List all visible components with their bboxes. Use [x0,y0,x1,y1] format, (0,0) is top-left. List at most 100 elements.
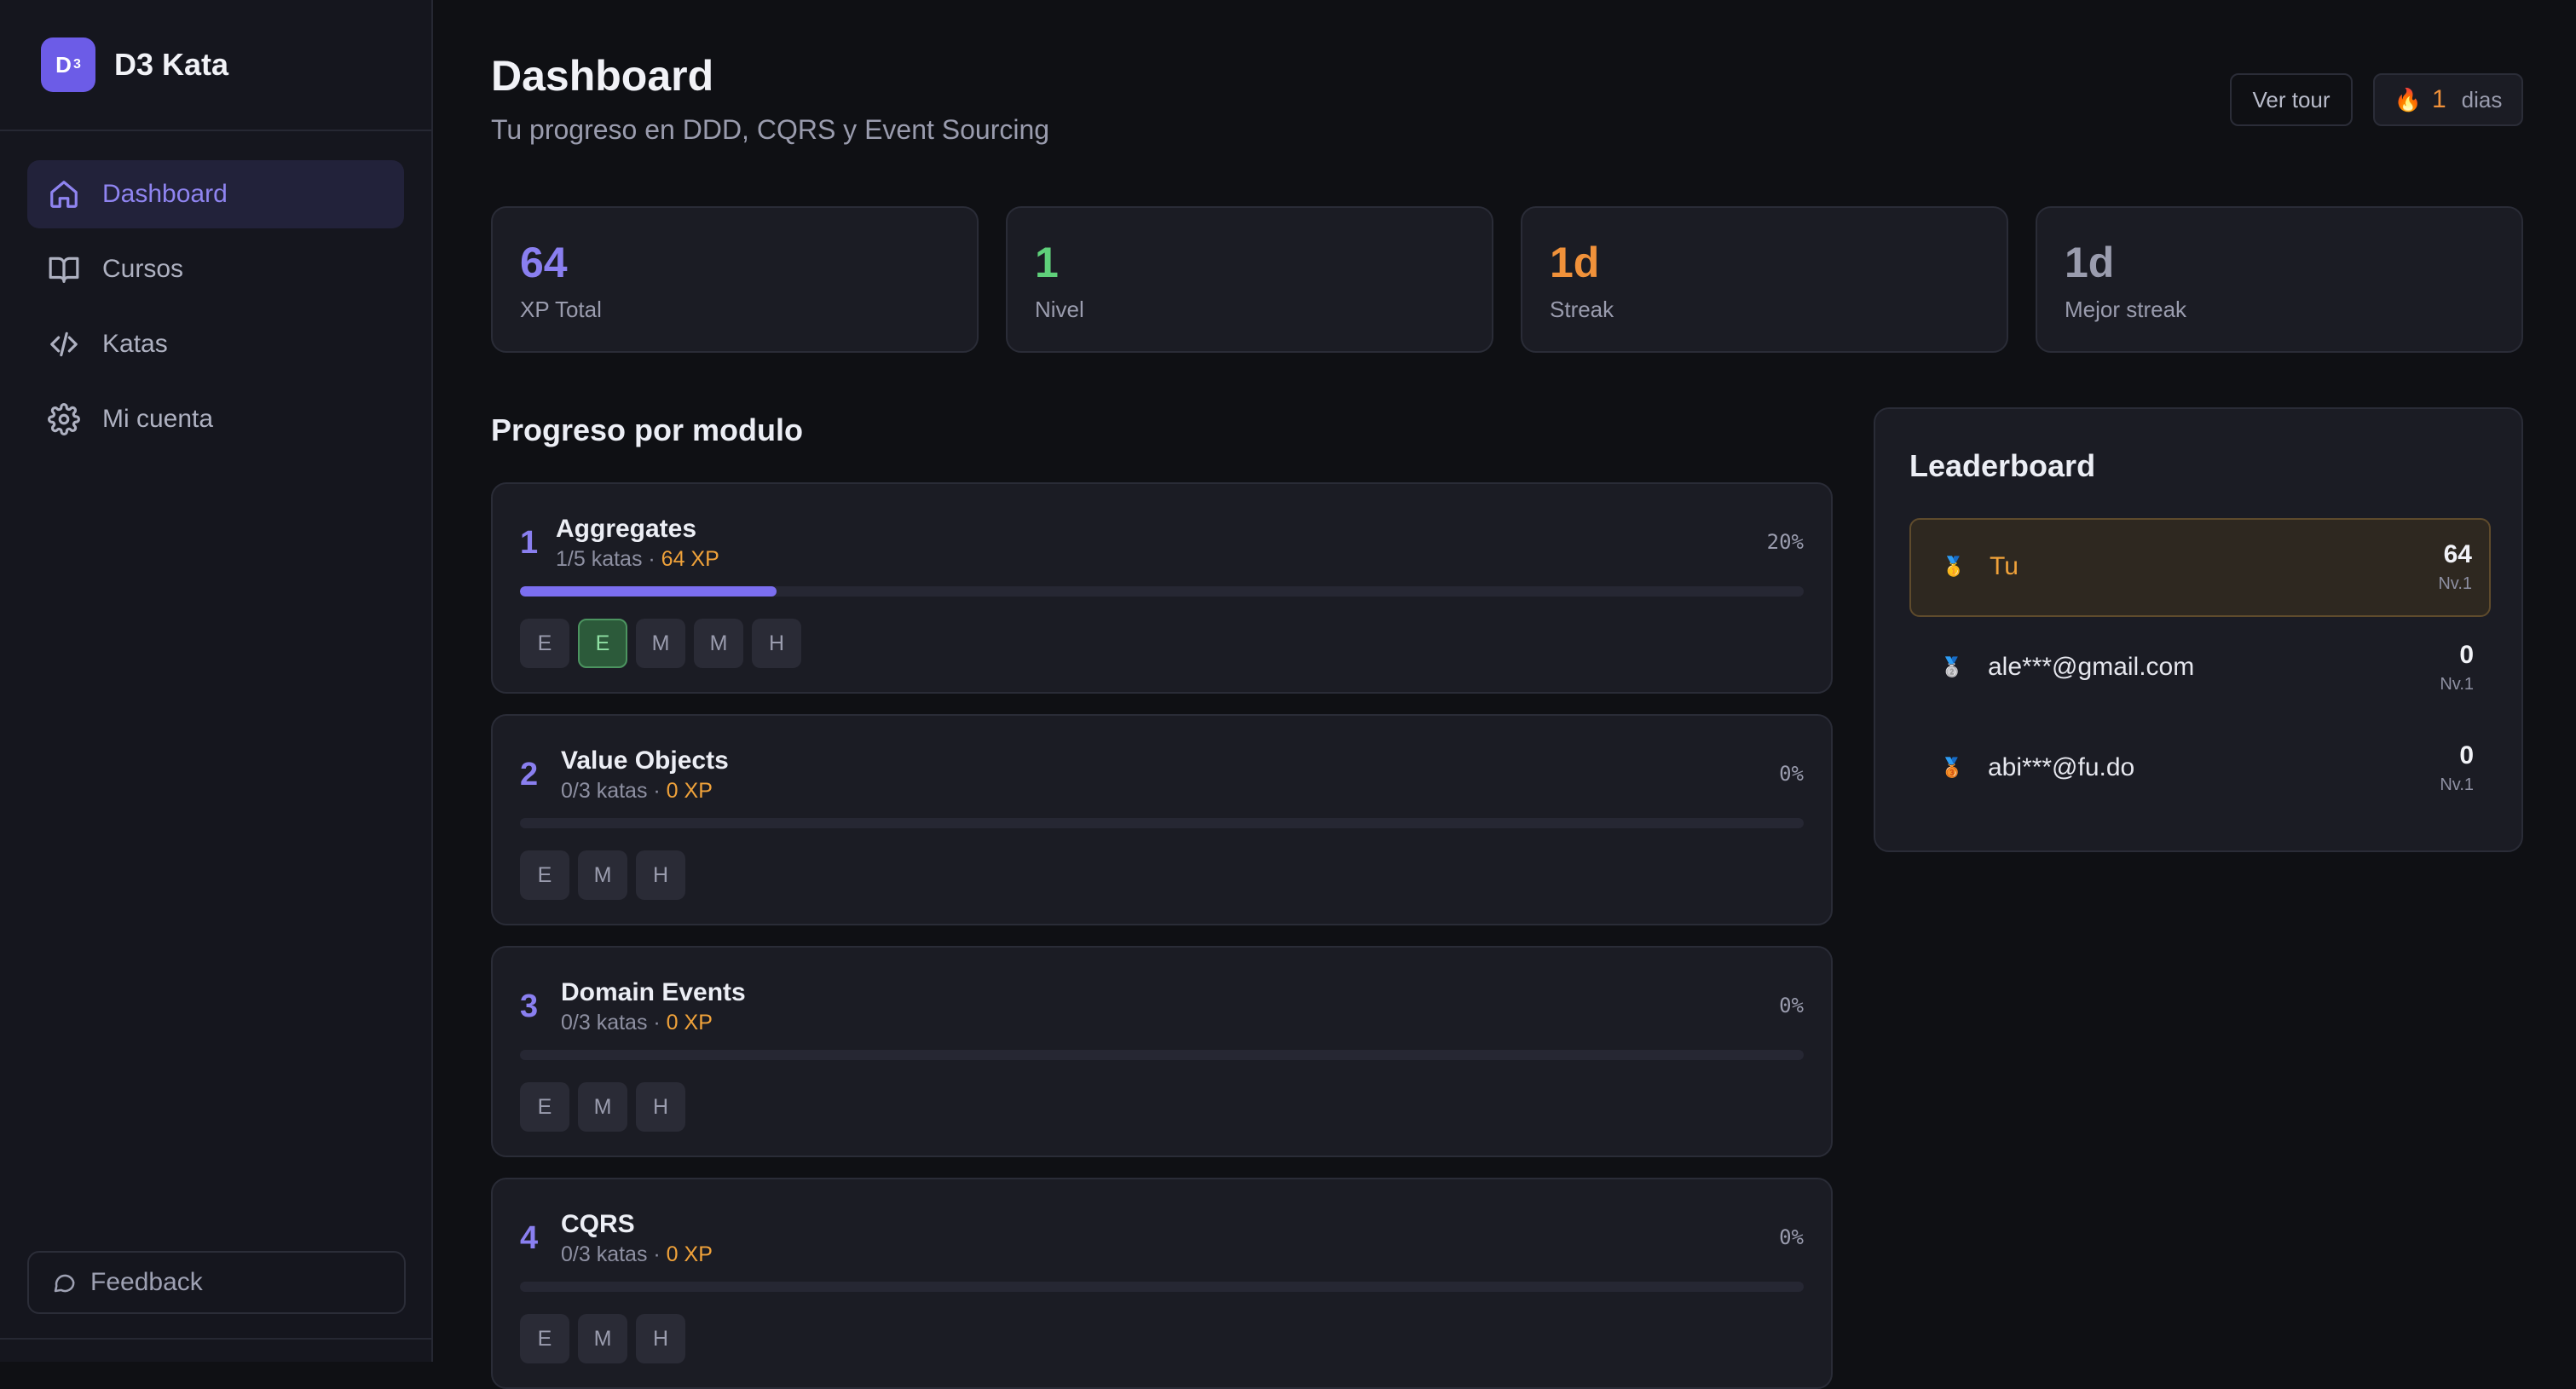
kata-chip[interactable]: M [636,619,685,668]
kata-chip[interactable]: E [520,850,569,900]
kata-chip[interactable]: E [520,1082,569,1132]
module-meta-separator: · [647,779,667,803]
kata-chip[interactable]: E [578,619,627,668]
sidebar-item-cursos[interactable]: Cursos [27,235,404,303]
module-card[interactable]: 3 Domain Events 0/3 katas · 0 XP 0% EMH [491,946,1833,1157]
leaderboard-row[interactable]: 🥉 abi***@fu.do 0 Nv.1 [1909,721,2491,820]
kata-chip[interactable]: M [694,619,743,668]
streak-unit: dias [2461,86,2503,112]
sidebar: D3 D3 Kata Dashboard Cursos Katas Mi cue… [0,0,433,1362]
module-percent: 0% [1779,1225,1804,1249]
progress-track [520,586,1804,597]
module-katas: 0/3 katas [561,779,648,803]
sidebar-divider [0,1338,431,1340]
kata-chips: EMH [520,1082,694,1132]
module-xp: 0 XP [666,1011,713,1035]
kata-chip[interactable]: M [578,1314,627,1363]
sidebar-nav: Dashboard Cursos Katas Mi cuenta [0,131,431,453]
module-katas: 0/3 katas [561,1011,648,1035]
module-name: CQRS [561,1210,635,1238]
brand-logo-text: D [55,51,72,78]
module-number: 3 [520,988,539,1024]
fire-icon: 🔥 [2394,86,2422,112]
feedback-label: Feedback [90,1268,203,1296]
module-meta: 0/3 katas · 0 XP [561,1011,713,1035]
brand[interactable]: D3 D3 Kata [0,0,431,131]
leaderboard-level: Nv.1 [2440,775,2474,794]
module-card[interactable]: 4 CQRS 0/3 katas · 0 XP 0% EMH [491,1178,1833,1389]
module-katas: 0/3 katas [561,1242,648,1266]
module-meta: 0/3 katas · 0 XP [561,1242,713,1267]
page-subtitle: Tu progreso en DDD, CQRS y Event Sourcin… [491,114,1050,145]
kata-chip[interactable]: E [520,619,569,668]
leaderboard-row[interactable]: 🥇 Tu 64 Nv.1 [1909,518,2491,617]
brand-logo: D3 [41,37,95,92]
page-title: Dashboard [491,52,714,100]
leaderboard-row[interactable]: 🥈 ale***@gmail.com 0 Nv.1 [1909,620,2491,719]
module-card[interactable]: 1 Aggregates 1/5 katas · 64 XP 20% EEMMH [491,482,1833,694]
leaderboard-name: ale***@gmail.com [1988,653,2195,681]
stat-card-streak: 1d Streak [1521,206,2008,353]
module-card[interactable]: 2 Value Objects 0/3 katas · 0 XP 0% EMH [491,714,1833,925]
stat-value: 1d [2065,239,2115,286]
module-number: 1 [520,525,539,561]
stat-label: Streak [1550,297,1614,322]
leaderboard-card: Leaderboard 🥇 Tu 64 Nv.1 🥈 ale***@gmail.… [1874,407,2523,852]
module-meta: 0/3 katas · 0 XP [561,779,713,804]
streak-count: 1 [2431,85,2446,113]
sidebar-item-label: Cursos [102,255,184,283]
progress-track [520,1050,1804,1060]
module-xp: 0 XP [666,1242,713,1266]
feedback-button[interactable]: Feedback [27,1251,406,1314]
gold-medal-icon: 🥇 [1942,556,1966,577]
kata-chip[interactable]: H [636,1314,685,1363]
leaderboard-score: 0 [2459,741,2474,769]
module-meta-separator: · [647,1242,667,1266]
sidebar-item-katas[interactable]: Katas [27,310,404,378]
leaderboard-name: Tu [1990,552,2019,580]
sidebar-item-label: Katas [102,330,168,358]
brand-logo-sup: 3 [72,57,81,72]
kata-chip[interactable]: E [520,1314,569,1363]
leaderboard-title: Leaderboard [1909,448,2096,483]
leaderboard-score: 64 [2443,540,2472,568]
stat-card-best-streak: 1d Mejor streak [2036,206,2523,353]
stat-card-xp: 64 XP Total [491,206,979,353]
leaderboard-name: abi***@fu.do [1988,753,2135,781]
stat-card-level: 1 Nivel [1006,206,1493,353]
stat-label: XP Total [520,297,602,322]
progress-fill [520,586,777,597]
kata-chips: EMH [520,850,694,900]
kata-chip[interactable]: H [636,1082,685,1132]
module-percent: 20% [1766,530,1804,554]
progress-track [520,818,1804,828]
stat-value: 1d [1550,239,1600,286]
module-meta: 1/5 katas · 64 XP [556,547,719,572]
tour-button[interactable]: Ver tour [2230,73,2353,126]
sidebar-item-mi-cuenta[interactable]: Mi cuenta [27,385,404,453]
kata-chip[interactable]: H [636,850,685,900]
module-katas: 1/5 katas [556,547,643,571]
bronze-medal-icon: 🥉 [1940,757,1964,778]
kata-chips: EMH [520,1314,694,1363]
module-number: 2 [520,757,539,792]
sidebar-item-dashboard[interactable]: Dashboard [27,160,404,228]
streak-badge[interactable]: 🔥 1 dias [2373,73,2523,126]
stat-value: 64 [520,239,568,286]
module-name: Domain Events [561,978,746,1006]
module-name: Aggregates [556,515,697,543]
kata-chips: EEMMH [520,619,810,668]
brand-name: D3 Kata [114,47,229,82]
home-icon [50,181,78,208]
kata-chip[interactable]: M [578,850,627,900]
kata-chip[interactable]: M [578,1082,627,1132]
module-meta-separator: · [647,1011,667,1035]
silver-medal-icon: 🥈 [1940,656,1964,677]
kata-chip[interactable]: H [752,619,801,668]
code-icon [50,331,78,357]
stat-label: Nivel [1035,297,1084,322]
chat-bubble-icon [54,1274,75,1293]
stat-label: Mejor streak [2065,297,2187,322]
module-xp: 64 XP [661,547,719,571]
module-percent: 0% [1779,994,1804,1017]
